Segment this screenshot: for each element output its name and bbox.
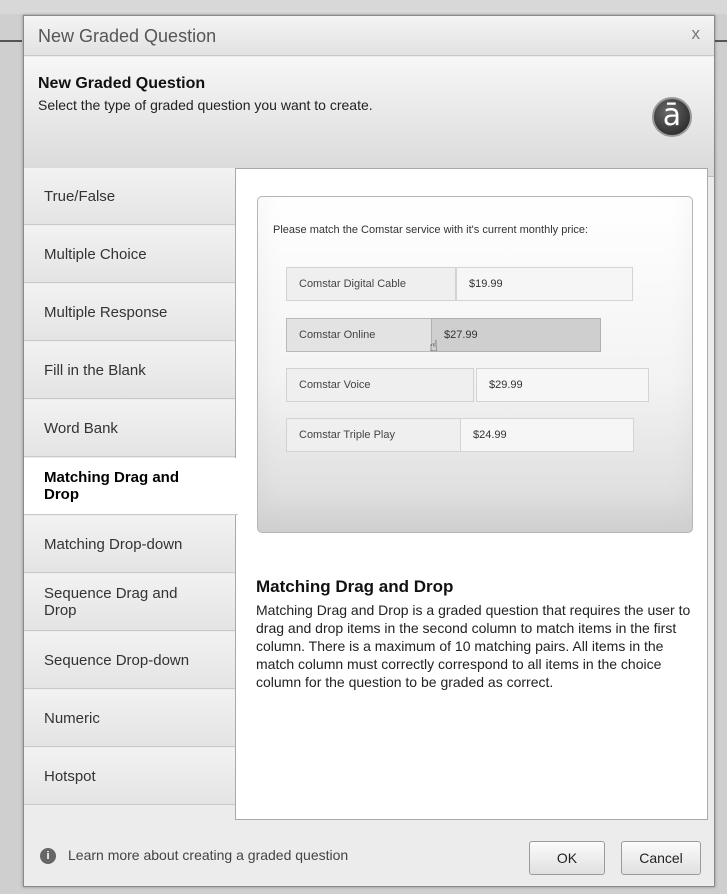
- question-type-label: Fill in the Blank: [44, 361, 146, 379]
- close-icon[interactable]: x: [692, 24, 701, 44]
- question-type-label: Word Bank: [44, 419, 118, 437]
- cancel-button[interactable]: Cancel: [621, 841, 701, 875]
- background-strip: [0, 0, 727, 14]
- ok-button[interactable]: OK: [529, 841, 605, 875]
- question-type-sequence-drop-down[interactable]: Sequence Drop-down: [24, 632, 236, 689]
- preview-match-price: $24.99: [460, 418, 634, 452]
- question-type-label: Multiple Choice: [44, 245, 147, 263]
- question-type-sequence-drag-and-drop[interactable]: Sequence Drag and Drop: [24, 574, 236, 631]
- dialog-footer: i Learn more about creating a graded que…: [24, 828, 714, 886]
- preview-match-item: Comstar Digital Cable: [286, 267, 456, 301]
- question-type-label: Multiple Response: [44, 303, 168, 321]
- hand-cursor-icon: ☝: [429, 338, 439, 355]
- background-line-left: [0, 40, 22, 42]
- preview-match-item: Comstar Online: [286, 318, 434, 352]
- header-subtitle: Select the type of graded question you w…: [38, 97, 373, 113]
- question-type-label: True/False: [44, 187, 116, 205]
- question-type-multiple-response[interactable]: Multiple Response: [24, 284, 236, 341]
- question-type-label: Matching Drop-down: [44, 535, 183, 553]
- question-preview: Please match the Comstar service with it…: [257, 196, 693, 533]
- learn-more-link[interactable]: Learn more about creating a graded quest…: [68, 847, 348, 863]
- question-type-hotspot[interactable]: Hotspot: [24, 748, 236, 805]
- question-type-label: Hotspot: [44, 767, 96, 785]
- description-title: Matching Drag and Drop: [256, 577, 454, 596]
- question-type-list: True/False Multiple Choice Multiple Resp…: [24, 168, 238, 820]
- header-title: New Graded Question: [38, 75, 206, 92]
- preview-question-text: Please match the Comstar service with it…: [273, 224, 589, 236]
- preview-match-price: $27.99: [431, 318, 601, 352]
- preview-match-item: Comstar Triple Play: [286, 418, 462, 452]
- question-type-label: Sequence Drop-down: [44, 651, 190, 669]
- new-graded-question-dialog: New Graded Question x New Graded Questio…: [23, 15, 715, 887]
- articulate-logo-icon: ā: [652, 97, 692, 137]
- question-type-matching-drag-and-drop[interactable]: Matching Drag and Drop: [24, 458, 238, 515]
- question-type-numeric[interactable]: Numeric: [24, 690, 236, 747]
- question-type-word-bank[interactable]: Word Bank: [24, 400, 236, 457]
- question-type-multiple-choice[interactable]: Multiple Choice: [24, 226, 236, 283]
- question-type-fill-in-the-blank[interactable]: Fill in the Blank: [24, 342, 236, 399]
- title-bar: New Graded Question x: [24, 16, 714, 56]
- question-type-label: Sequence Drag and Drop: [44, 585, 178, 619]
- question-type-label: Matching Drag and Drop: [44, 469, 180, 503]
- description-body: Matching Drag and Drop is a graded quest…: [256, 602, 691, 690]
- info-icon: i: [40, 848, 56, 864]
- preview-match-item: Comstar Voice: [286, 368, 474, 402]
- preview-match-price: $29.99: [476, 368, 649, 402]
- question-type-matching-drop-down[interactable]: Matching Drop-down: [24, 516, 236, 573]
- question-type-true-false[interactable]: True/False: [24, 168, 236, 225]
- question-type-label: Numeric: [44, 709, 100, 727]
- window-title: New Graded Question: [38, 26, 217, 46]
- dialog-header: New Graded Question Select the type of g…: [24, 57, 714, 177]
- preview-match-price: $19.99: [456, 267, 633, 301]
- content-panel: Please match the Comstar service with it…: [235, 168, 708, 820]
